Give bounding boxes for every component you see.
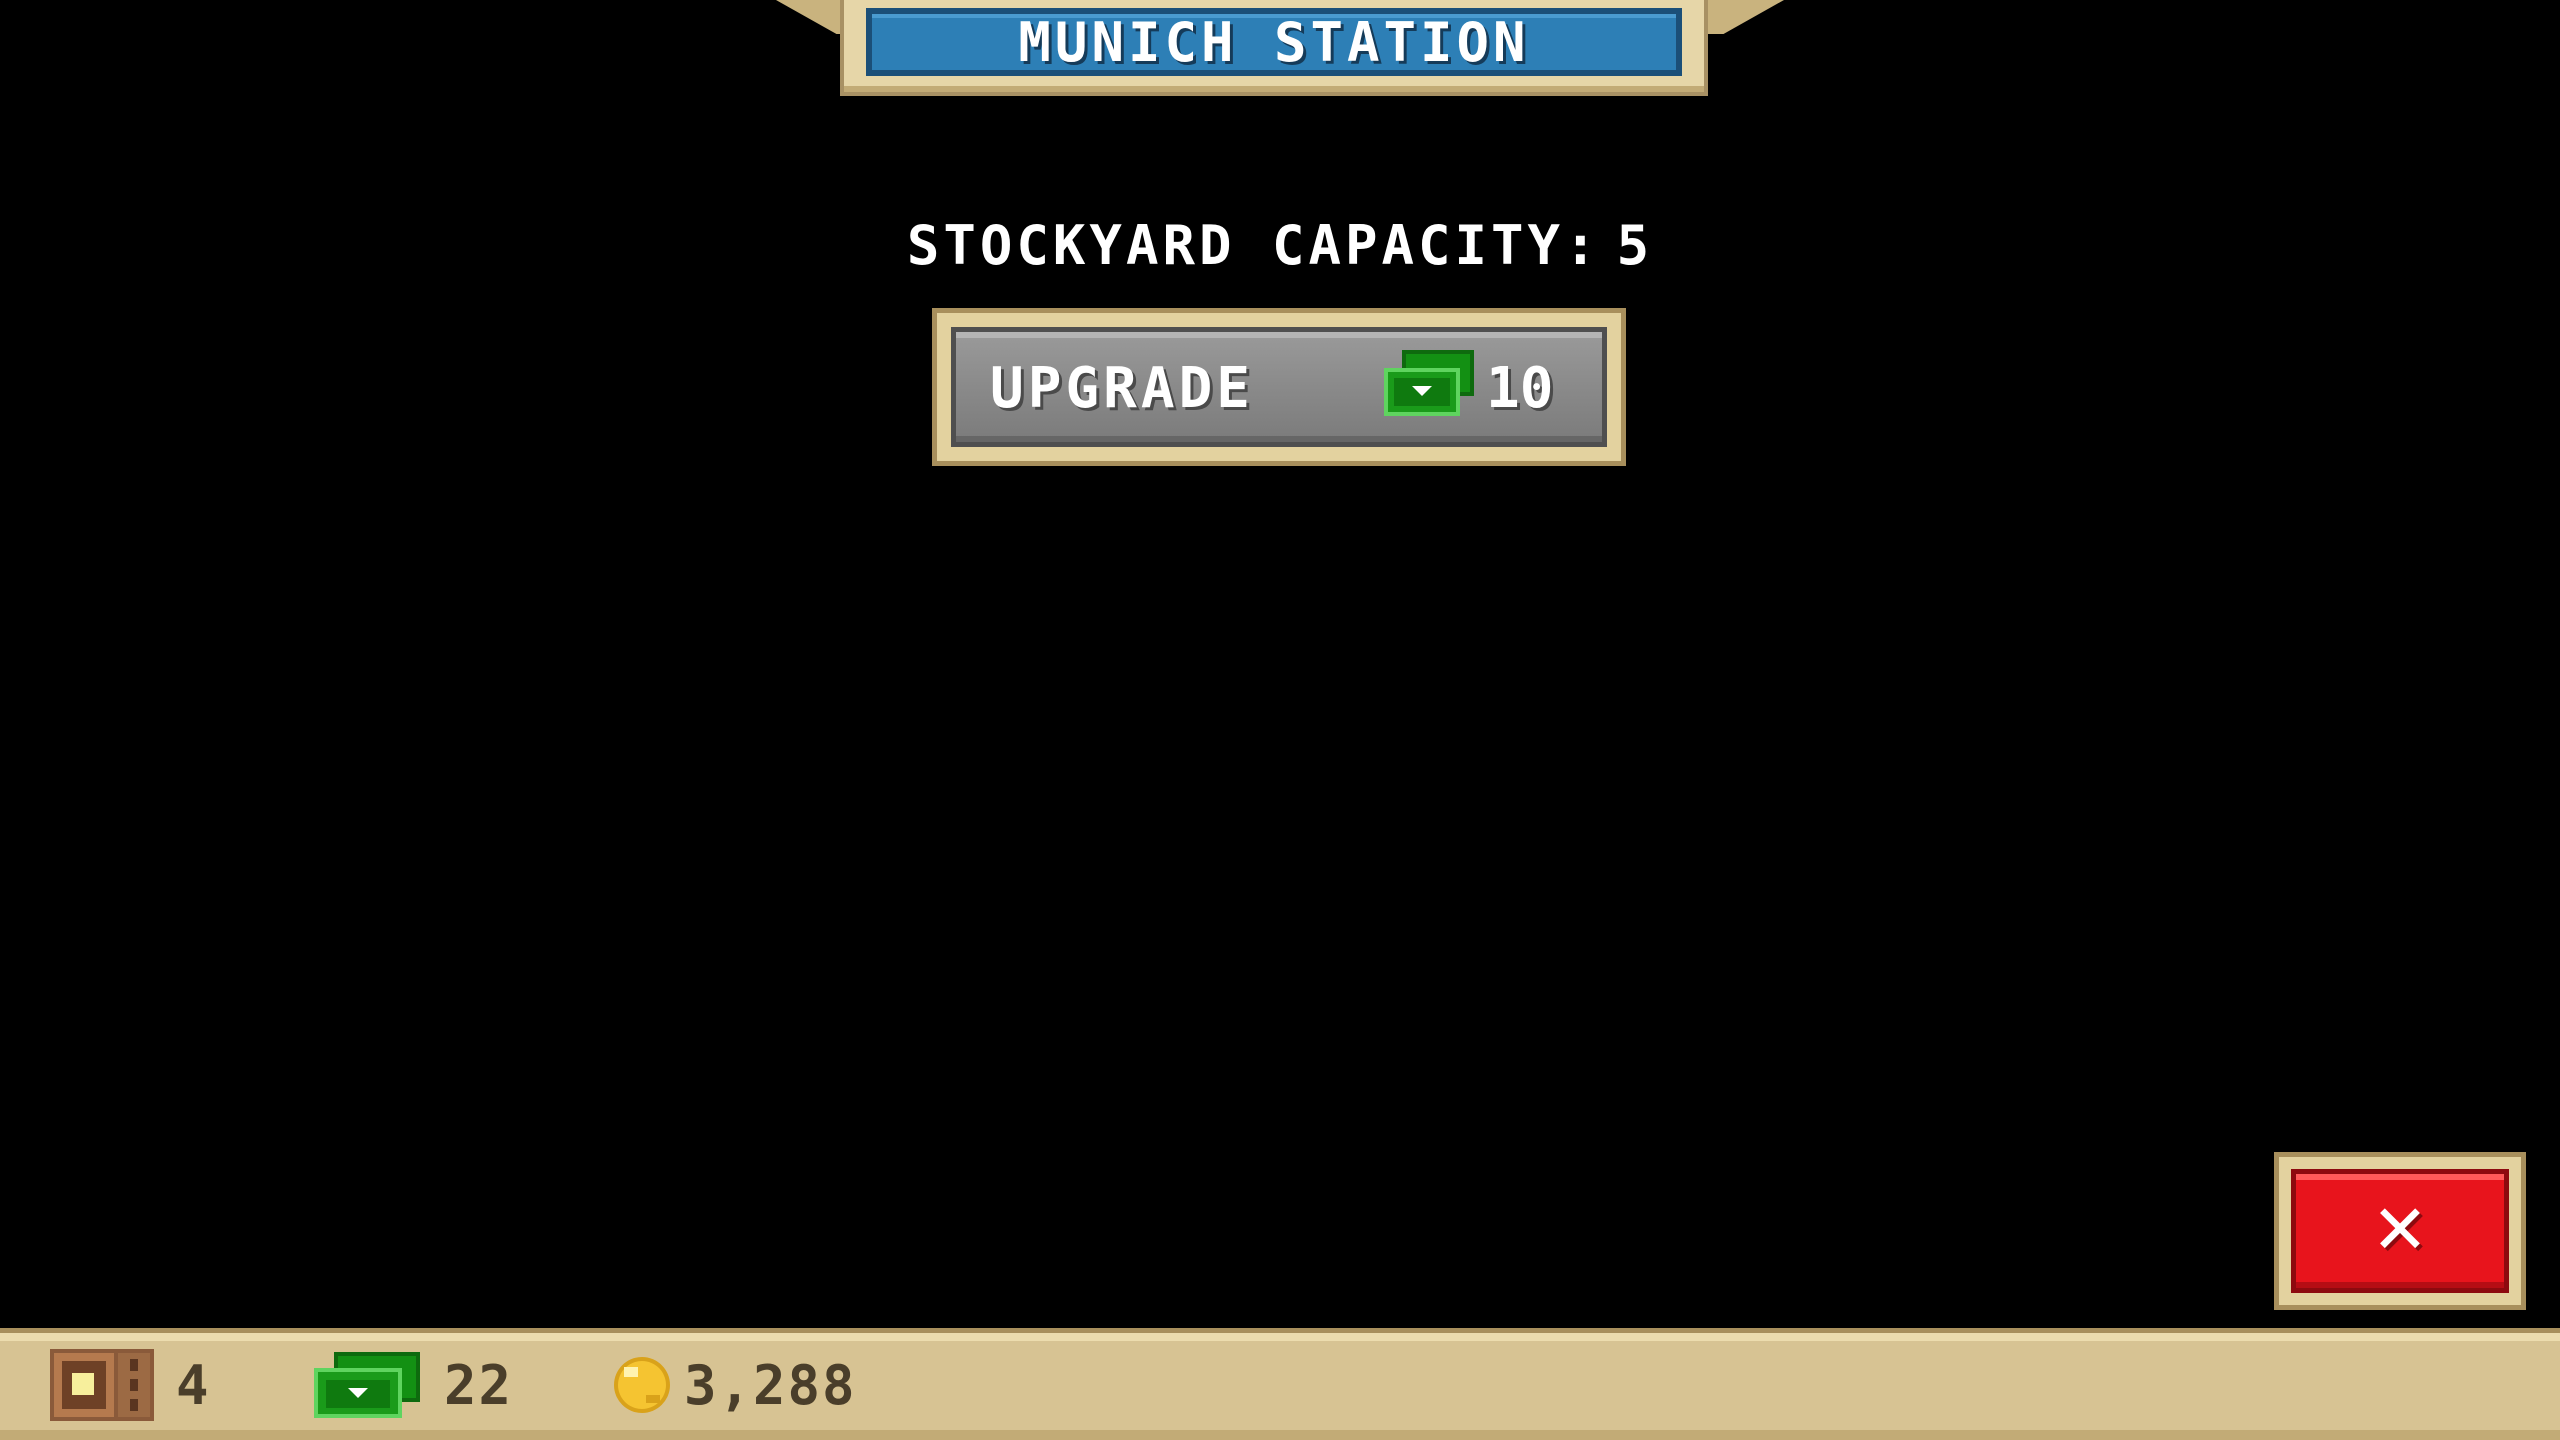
cash-stat: 22 xyxy=(314,1347,513,1423)
close-button-face: ✕ xyxy=(2291,1169,2509,1293)
coins-stat: 3,288 xyxy=(612,1347,857,1423)
upgrade-button-face: UPGRADE 10 xyxy=(951,327,1607,447)
stockyard-stat: 4 xyxy=(50,1347,211,1423)
coin-amount: 3,288 xyxy=(684,1353,857,1417)
stockyard-icon xyxy=(50,1349,154,1421)
cash-icon xyxy=(314,1352,420,1418)
upgrade-label: UPGRADE xyxy=(990,356,1255,421)
game-screen: MUNICH STATION STOCKYARD CAPACITY: 5 UPG… xyxy=(0,0,2560,1440)
coin-icon xyxy=(614,1357,670,1413)
stockyard-capacity: STOCKYARD CAPACITY: 5 xyxy=(0,210,2560,280)
stockyard-capacity-label: STOCKYARD CAPACITY: xyxy=(906,213,1601,277)
upgrade-cost: 10 xyxy=(1486,356,1554,421)
cash-icon xyxy=(1384,350,1474,416)
status-bar: 4 22 3,288 xyxy=(0,1328,2560,1440)
close-icon: ✕ xyxy=(2371,1191,2429,1270)
upgrade-button[interactable]: UPGRADE 10 xyxy=(932,308,1626,466)
close-button[interactable]: ✕ xyxy=(2274,1152,2526,1310)
title-banner-inner: MUNICH STATION xyxy=(866,8,1682,76)
cash-amount: 22 xyxy=(444,1353,514,1417)
title-banner: MUNICH STATION xyxy=(840,0,1708,96)
stockyard-count: 4 xyxy=(176,1353,211,1417)
stockyard-capacity-value: 5 xyxy=(1616,213,1654,277)
station-title: MUNICH STATION xyxy=(1018,10,1530,74)
